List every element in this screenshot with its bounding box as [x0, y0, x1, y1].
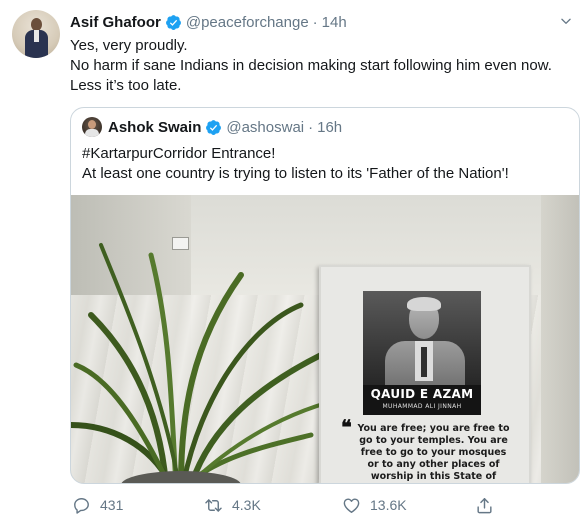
quoted-text-line: At least one country is trying to listen…	[82, 165, 509, 182]
retweet-icon	[205, 498, 222, 512]
quoted-tweet-text: #KartarpurCorridor Entrance! At least on…	[82, 144, 577, 184]
quoted-author-name: Ashok Swain	[108, 118, 202, 136]
poster-subtitle: MUHAMMAD ALI JINNAH	[382, 403, 462, 410]
share-button[interactable]	[475, 494, 503, 516]
like-button[interactable]: 13.6K	[342, 494, 407, 516]
tweet-text-line: No harm if sane Indians in decision maki…	[70, 57, 552, 74]
poster-quote-line: You are free; you are free to	[357, 423, 510, 434]
portrait-image	[363, 291, 481, 387]
separator-dot: ·	[308, 118, 314, 136]
reply-icon	[74, 497, 89, 514]
poster-quote-line: worship in this State of	[370, 471, 497, 482]
quoted-author-avatar	[82, 117, 102, 137]
quoted-tweet-photo[interactable]: QAUID E AZAM MUHAMMAD ALI JINNAH ❝ You a…	[71, 195, 579, 483]
quoted-tweet-header: Ashok Swain @ashoswai · 16h	[82, 117, 342, 137]
share-icon	[477, 497, 492, 513]
quoted-tweet-time: 16h	[317, 118, 343, 136]
like-count: 13.6K	[370, 497, 407, 513]
tweet-text: Yes, very proudly. No harm if sane India…	[70, 36, 575, 96]
retweet-count: 4.3K	[232, 497, 261, 513]
heart-icon	[343, 497, 360, 513]
poster-quote-line: go to your temples. You are	[359, 435, 508, 446]
tweet-time[interactable]: 14h	[322, 14, 347, 31]
verified-badge-icon	[165, 14, 181, 30]
reply-count: 431	[100, 497, 124, 513]
jinnah-poster: QAUID E AZAM MUHAMMAD ALI JINNAH ❝ You a…	[319, 265, 531, 483]
reply-button[interactable]: 431	[72, 494, 123, 516]
poster-title: QAUID E AZAM	[370, 387, 474, 401]
tweet-actions: 431 4.3K 13.6K	[70, 494, 510, 516]
poster-quote: You are free; you are free to go to your…	[351, 423, 516, 483]
author-handle[interactable]: @peaceforchange	[186, 14, 309, 31]
tweet-text-line: Less it’s too late.	[70, 77, 182, 94]
author-name[interactable]: Asif Ghafoor	[70, 14, 161, 31]
poster-quote-line: free to go to your mosques	[360, 447, 507, 458]
quoted-text-line: #KartarpurCorridor Entrance!	[82, 145, 276, 162]
poster-label: QAUID E AZAM MUHAMMAD ALI JINNAH	[363, 385, 481, 415]
tweet[interactable]: Asif Ghafoor @peaceforchange · 14h Yes, …	[0, 0, 584, 529]
poster-quote-line: or to any other places of	[367, 459, 500, 470]
quoted-author-handle: @ashoswai	[226, 118, 305, 136]
retweet-button[interactable]: 4.3K	[204, 494, 261, 516]
verified-badge-icon	[206, 119, 222, 135]
author-avatar[interactable]	[12, 10, 60, 58]
tweet-text-line: Yes, very proudly.	[70, 37, 188, 54]
quoted-tweet-card[interactable]: Ashok Swain @ashoswai · 16h #KartarpurCo…	[70, 107, 580, 484]
tweet-header: Asif Ghafoor @peaceforchange · 14h	[70, 11, 347, 33]
separator-dot: ·	[312, 13, 318, 31]
chevron-down-icon[interactable]	[559, 14, 573, 28]
